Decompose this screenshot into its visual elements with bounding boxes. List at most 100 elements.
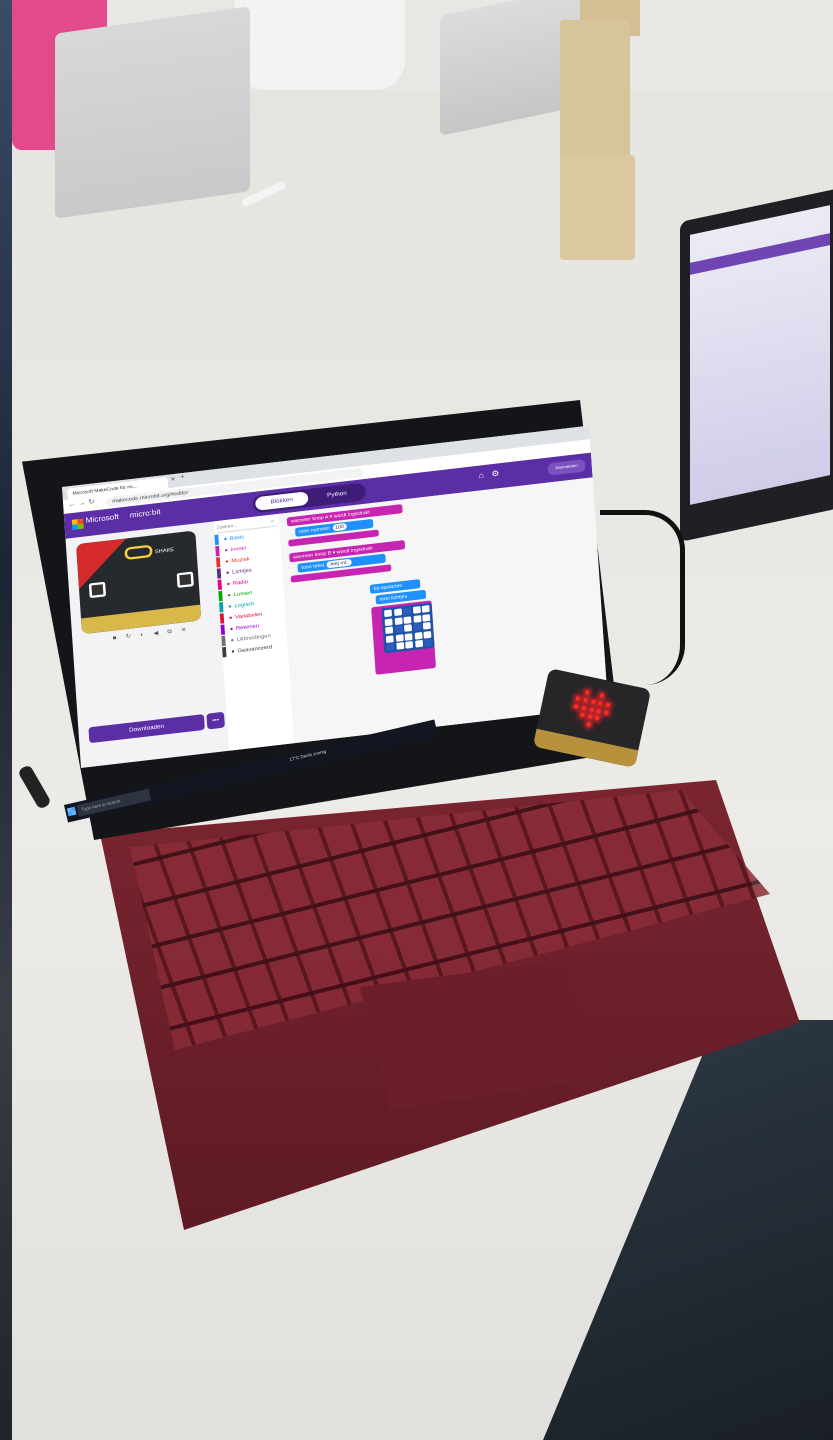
wooden-robot-legs	[560, 155, 635, 260]
microbit-led	[601, 725, 606, 731]
microbit-led	[590, 699, 596, 705]
microbit-led	[593, 723, 599, 729]
microbit-led	[575, 696, 581, 701]
download-button[interactable]: Downloaden	[88, 714, 205, 744]
microbit-led	[605, 702, 611, 708]
category-icon: ●	[227, 603, 232, 610]
led-cell[interactable]	[413, 623, 422, 631]
led-cell[interactable]	[395, 642, 404, 650]
simulator-button-a[interactable]	[88, 581, 107, 599]
led-cell[interactable]	[405, 641, 414, 649]
search-placeholder: Zoeken...	[216, 522, 238, 531]
led-cell[interactable]	[394, 625, 403, 633]
block-show-number-label: toon nummer	[298, 524, 331, 535]
simulator-logo[interactable]	[124, 544, 153, 561]
led-cell[interactable]	[386, 643, 395, 651]
category-label: Lichtjes	[231, 566, 252, 575]
windows-start-icon[interactable]	[66, 806, 77, 817]
led-cell[interactable]	[395, 633, 404, 642]
more-button[interactable]: •••	[206, 711, 225, 730]
category-icon: ●	[228, 614, 233, 621]
new-tab-icon[interactable]: +	[180, 474, 185, 481]
microbit-led	[578, 720, 583, 726]
blocks-tab[interactable]: Blokken	[254, 491, 309, 511]
usb-cable	[600, 510, 685, 685]
search-icon[interactable]: ⌕	[270, 517, 275, 526]
category-label: Geavanceerd	[237, 643, 273, 654]
led-cell[interactable]	[404, 632, 413, 641]
category-icon: ●	[229, 625, 234, 632]
category-label: Basis	[229, 533, 245, 542]
led-cell[interactable]	[385, 634, 394, 643]
led-cell[interactable]	[385, 626, 394, 635]
close-icon[interactable]: ✕	[170, 476, 176, 483]
category-icon: ●	[227, 591, 232, 599]
background-edge	[0, 0, 12, 1440]
block-string-value[interactable]: Jeej ml..	[326, 558, 352, 569]
microbit-led	[587, 714, 593, 720]
led-cell[interactable]	[393, 608, 402, 617]
led-cell[interactable]	[412, 606, 421, 614]
microbit-led-display	[570, 688, 613, 731]
microsoft-label: Microsoft	[85, 513, 120, 525]
led-cell[interactable]	[384, 617, 393, 626]
led-cell[interactable]	[413, 631, 422, 640]
shake-label[interactable]: SHAKE	[155, 546, 175, 554]
category-label: Variabelen	[235, 610, 263, 620]
category-label: Lussen	[233, 589, 253, 598]
category-label: Muziek	[231, 555, 250, 564]
microbit-led	[596, 708, 602, 714]
python-tab[interactable]: Python	[313, 485, 362, 504]
simulator-button-b[interactable]	[176, 571, 194, 588]
photo-scene: Microsoft MakeCode for mi... ✕ + ←→↻ mak…	[0, 0, 833, 1440]
category-label: Rekenen	[235, 622, 260, 631]
header-icons[interactable]: ⌂⚙	[478, 468, 507, 480]
led-cell[interactable]	[422, 622, 431, 630]
microbit-simulator[interactable]: SHAKE	[75, 530, 202, 635]
category-label: Logisch	[234, 600, 255, 609]
microbit-led	[592, 691, 598, 697]
microbit-led	[599, 693, 605, 699]
category-icon: ●	[225, 569, 230, 576]
navigation-icons[interactable]: ←→↻	[68, 498, 97, 509]
microbit-led	[579, 712, 585, 718]
sign-in-button[interactable]: Aanmelden	[547, 459, 586, 476]
category-label: Radio	[232, 578, 249, 587]
microbit-logo: micro:bit	[129, 508, 161, 520]
microbit-led	[607, 694, 613, 700]
microbit-led	[583, 697, 588, 703]
category-icon: ●	[226, 580, 231, 587]
background-person-white	[235, 0, 405, 90]
taskbar-weather[interactable]: 17°C Deels zonnig	[289, 749, 326, 762]
category-label: Uitbreidingen	[236, 632, 271, 643]
category-label: Invoer	[230, 544, 247, 553]
led-cell[interactable]	[414, 639, 423, 648]
microbit-led	[589, 706, 594, 712]
wooden-robot-body	[560, 20, 630, 160]
led-cell[interactable]	[422, 613, 431, 622]
led-cell[interactable]	[402, 607, 411, 615]
microbit-led	[604, 710, 610, 715]
microbit-led	[581, 705, 587, 711]
microbit-led	[585, 722, 591, 727]
led-cell[interactable]	[394, 616, 403, 625]
microbit-led	[577, 688, 582, 694]
led-cell[interactable]	[403, 615, 412, 624]
led-cell[interactable]	[412, 614, 421, 623]
microbit-led	[572, 711, 577, 717]
category-icon: ●	[224, 558, 229, 565]
background-tablet	[55, 6, 250, 219]
category-icon: ●	[223, 535, 228, 542]
led-cell[interactable]	[403, 624, 412, 632]
led-cell[interactable]	[421, 605, 430, 613]
microbit-led	[570, 718, 576, 724]
microbit-led	[602, 717, 608, 723]
led-matrix-editor[interactable]	[381, 602, 435, 654]
category-icon: ●	[224, 547, 229, 554]
category-icon: ●	[231, 648, 235, 655]
led-cell[interactable]	[384, 609, 393, 618]
led-cell[interactable]	[423, 630, 432, 639]
block-show-string-label: toon tekst	[301, 561, 325, 571]
block-number-value[interactable]: 100	[332, 523, 347, 532]
led-cell[interactable]	[423, 638, 432, 647]
